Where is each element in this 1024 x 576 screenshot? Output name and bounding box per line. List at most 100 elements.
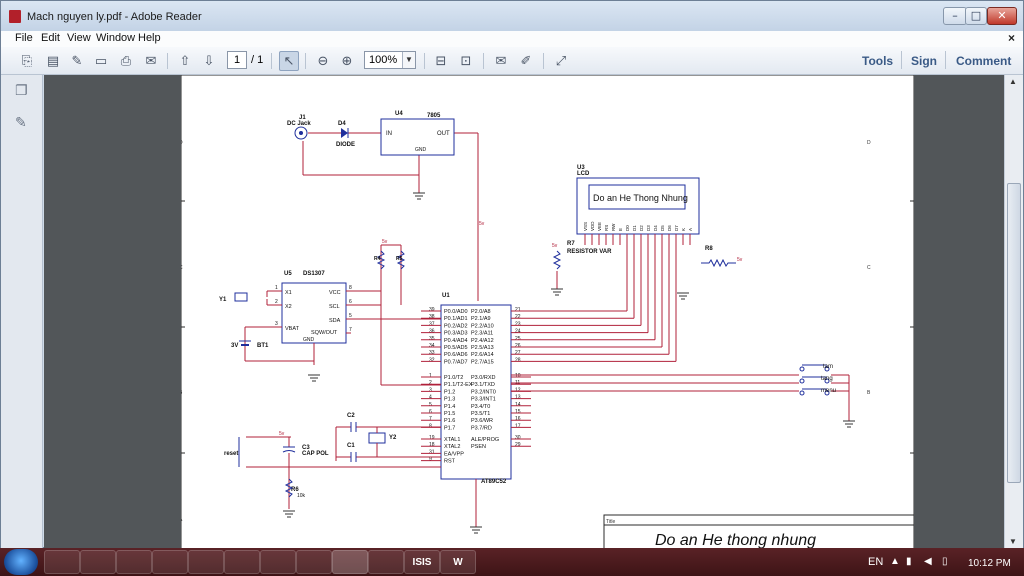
maximize-button[interactable]: □ bbox=[965, 7, 987, 25]
edit-icon[interactable]: ✎ bbox=[67, 51, 87, 71]
mcu-pin-number: 34 bbox=[429, 343, 435, 349]
menu-view[interactable]: View bbox=[67, 32, 91, 44]
row-label-d: D bbox=[181, 140, 183, 146]
mcu-pin-number: 13 bbox=[515, 395, 521, 401]
mcu-pin-label: P3.6/WR bbox=[471, 418, 493, 424]
menu-file[interactable]: File bbox=[15, 32, 33, 44]
crystal-y2 bbox=[368, 432, 386, 444]
close-document-icon[interactable]: × bbox=[1008, 31, 1015, 45]
mcu-pin-label: P2.3/A11 bbox=[471, 331, 493, 337]
fullscreen-icon[interactable]: ⤢ bbox=[551, 51, 571, 71]
taskbar-explorer[interactable] bbox=[116, 550, 152, 574]
lcd-pin-label: D6 bbox=[667, 225, 672, 231]
svg-text:5v: 5v bbox=[737, 257, 743, 263]
svg-text:X2: X2 bbox=[285, 304, 292, 310]
switch-menu-label: menu bbox=[821, 388, 836, 394]
vertical-scrollbar[interactable]: ▲ ▼ bbox=[1004, 75, 1023, 549]
minimize-button[interactable]: – bbox=[943, 7, 967, 25]
fit-width-icon[interactable]: ⊡ bbox=[456, 51, 476, 71]
close-button[interactable]: ✕ bbox=[987, 7, 1017, 25]
print-icon[interactable]: ⎙ bbox=[116, 51, 136, 71]
mcu-pin-label: P3.5/T1 bbox=[471, 411, 490, 417]
lcd-pin-label: VEE bbox=[597, 222, 602, 231]
page-number-input[interactable]: 1 bbox=[227, 51, 247, 69]
fit-page-icon[interactable]: ⊟ bbox=[431, 51, 451, 71]
mcu-pin-number: 23 bbox=[515, 321, 521, 327]
mcu-pin-number: 17 bbox=[515, 423, 521, 429]
mcu-pin-label: P2.0/A8 bbox=[471, 309, 491, 315]
taskbar-app-blue[interactable] bbox=[368, 550, 404, 574]
menu-window[interactable]: Window bbox=[96, 32, 135, 44]
mcu-pin-label: P0.0/AD0 bbox=[444, 309, 468, 315]
tools-pane-button[interactable]: Tools bbox=[862, 54, 893, 68]
mcu-pin-label: XTAL2 bbox=[444, 444, 460, 450]
mcu-pin-label: P0.2/AD2 bbox=[444, 323, 468, 329]
email-icon[interactable]: ✉ bbox=[141, 51, 161, 71]
next-page-icon[interactable]: ⇩ bbox=[199, 51, 219, 71]
clock[interactable]: 10:12 PM bbox=[968, 558, 1011, 569]
save-icon[interactable]: ▭ bbox=[91, 51, 111, 71]
language-indicator[interactable]: EN bbox=[868, 556, 883, 568]
svg-text:5: 5 bbox=[349, 313, 352, 319]
mcu-pin-label: P3.7/RD bbox=[471, 425, 492, 431]
create-pdf-icon[interactable]: ⎘ bbox=[17, 51, 37, 71]
taskbar-isis[interactable]: ISIS bbox=[404, 550, 440, 574]
mcu-pin-number: 6 bbox=[429, 409, 432, 415]
mcu-pin-label: P1.0/T2 bbox=[444, 375, 463, 381]
svg-text:CAP POL: CAP POL bbox=[302, 451, 329, 457]
menu-edit[interactable]: Edit bbox=[41, 32, 60, 44]
mcu-pin-label: P1.4 bbox=[444, 404, 455, 410]
comment-pane-button[interactable]: Comment bbox=[956, 54, 1011, 68]
highlight-icon[interactable]: ✐ bbox=[516, 51, 536, 71]
open-icon[interactable]: ▤ bbox=[43, 51, 63, 71]
mcu-pin-label: P0.7/AD7 bbox=[444, 359, 468, 365]
svg-text:5v: 5v bbox=[479, 221, 485, 227]
taskbar-app-window[interactable] bbox=[296, 550, 332, 574]
mcu-pin-label: EA/VPP bbox=[444, 451, 464, 457]
chevron-down-icon[interactable]: ▼ bbox=[402, 52, 415, 68]
svg-text:6: 6 bbox=[349, 299, 352, 305]
taskbar-adobe-reader[interactable] bbox=[332, 550, 368, 574]
svg-text:8: 8 bbox=[349, 285, 352, 291]
svg-text:VBAT: VBAT bbox=[285, 326, 300, 332]
mcu-pin-number: 8 bbox=[429, 423, 432, 429]
taskbar-chrome[interactable] bbox=[188, 550, 224, 574]
menu-help[interactable]: Help bbox=[138, 32, 161, 44]
attachments-paperclip-icon[interactable]: ✎ bbox=[15, 115, 31, 133]
page-thumbnails-icon[interactable]: ❐ bbox=[15, 83, 31, 101]
svg-text:5v: 5v bbox=[382, 239, 388, 245]
document-area: D C B A D C B Title Do an He thong nhung bbox=[44, 74, 1004, 550]
mcu-pin-label: XTAL1 bbox=[444, 437, 460, 443]
taskbar-ie[interactable] bbox=[80, 550, 116, 574]
taskbar-app-green[interactable] bbox=[260, 550, 296, 574]
scroll-thumb[interactable] bbox=[1007, 183, 1021, 483]
zoom-in-icon[interactable]: ⊕ bbox=[337, 51, 357, 71]
menu-bar: File Edit View Window Help × bbox=[1, 31, 1023, 47]
battery-icon[interactable]: ▯ bbox=[942, 556, 948, 567]
start-button[interactable] bbox=[4, 549, 38, 575]
mcu-pin-label: P3.4/T0 bbox=[471, 404, 490, 410]
svg-text:R8: R8 bbox=[705, 246, 713, 252]
mcu-pin-label: P1.7 bbox=[444, 425, 455, 431]
taskbar-word[interactable]: W bbox=[440, 550, 476, 574]
network-icon[interactable]: ▮ bbox=[906, 556, 912, 567]
previous-page-icon[interactable]: ⇧ bbox=[175, 51, 195, 71]
mcu-pin-number: 12 bbox=[515, 387, 521, 393]
row-label-a: A bbox=[181, 517, 183, 523]
volume-icon[interactable]: ◀ bbox=[924, 556, 932, 567]
taskbar-firefox[interactable] bbox=[44, 550, 80, 574]
taskbar-media[interactable] bbox=[152, 550, 188, 574]
mcu-pin-number: 32 bbox=[429, 357, 435, 363]
taskbar-opera[interactable] bbox=[224, 550, 260, 574]
sign-pane-button[interactable]: Sign bbox=[911, 54, 937, 68]
comment-bubble-icon[interactable]: ✉ bbox=[491, 51, 511, 71]
svg-text:U1: U1 bbox=[442, 293, 450, 299]
lcd-pin-label: VSS bbox=[583, 222, 588, 231]
zoom-out-icon[interactable]: ⊖ bbox=[313, 51, 333, 71]
lcd-pin-label: A bbox=[688, 228, 693, 231]
lcd-pin-label: VDD bbox=[590, 221, 595, 231]
tray-arrow-icon[interactable]: ▲ bbox=[890, 556, 900, 567]
svg-text:SDA: SDA bbox=[329, 318, 341, 324]
select-tool-icon[interactable]: ↖ bbox=[279, 51, 299, 71]
mcu-pin-number: 16 bbox=[515, 416, 521, 422]
